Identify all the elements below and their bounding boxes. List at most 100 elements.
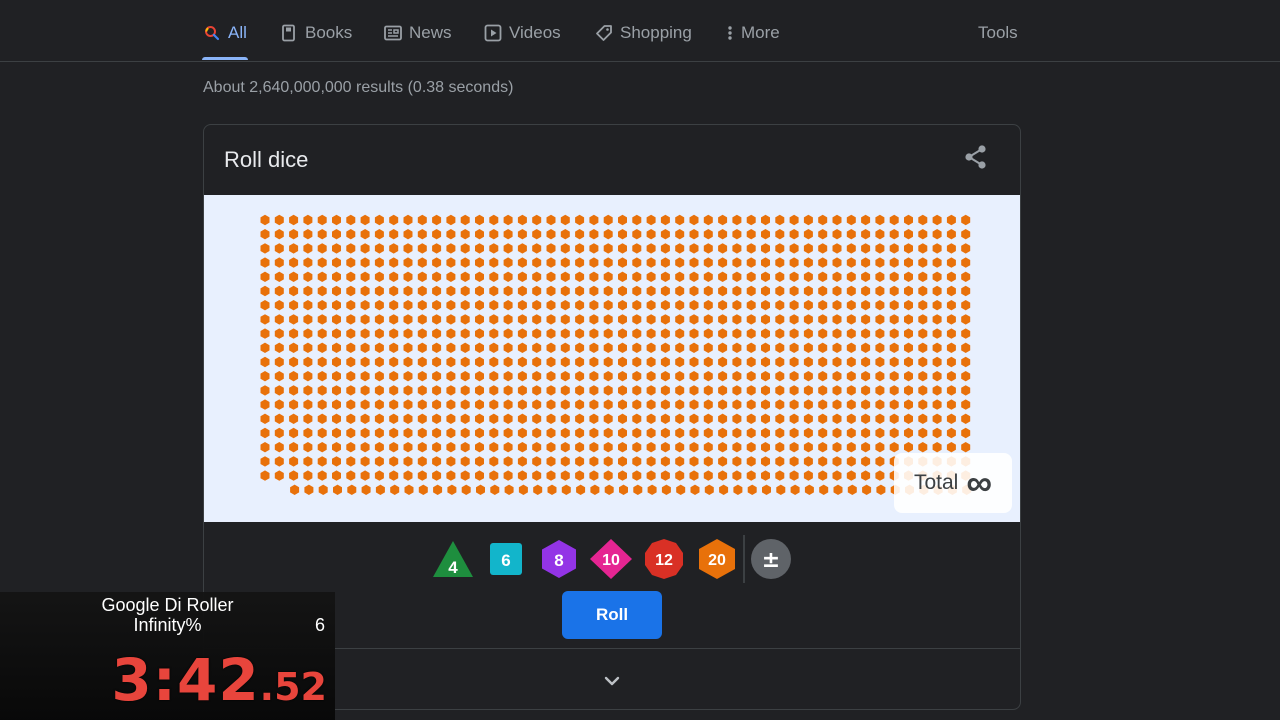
rolled-die (789, 385, 799, 396)
rolled-die (274, 243, 284, 254)
rolled-die (946, 442, 956, 453)
modifier-button[interactable]: ± (749, 537, 793, 581)
rolled-die (546, 442, 556, 453)
rolled-die (789, 470, 799, 481)
tab-more[interactable]: More (726, 20, 780, 46)
rolled-die (374, 342, 384, 353)
rolled-die (875, 442, 885, 453)
rolled-die (818, 442, 828, 453)
rolled-die (932, 229, 942, 240)
rolled-die (317, 328, 327, 339)
rolled-die (861, 214, 871, 226)
rolled-die (861, 285, 871, 297)
rolled-die (360, 385, 370, 396)
rolled-die (761, 342, 770, 353)
rolled-die (346, 285, 356, 297)
rolled-die (360, 399, 370, 410)
rolled-die (475, 229, 484, 240)
rolled-die (517, 371, 527, 382)
d20-button[interactable]: 20 (695, 537, 739, 581)
rolled-die (489, 356, 499, 368)
rolled-die (660, 413, 670, 424)
rolled-die (732, 456, 742, 467)
rolled-die (447, 484, 457, 495)
rolled-die (303, 385, 313, 396)
rolled-die (689, 385, 699, 396)
rolled-die (889, 243, 899, 254)
rolled-die (761, 229, 770, 240)
d10-button[interactable]: 10 (589, 537, 633, 581)
rolled-die (904, 413, 913, 424)
chevron-down-icon[interactable] (596, 665, 628, 697)
rolled-die (589, 314, 599, 325)
rolled-die (489, 413, 499, 424)
rolled-die (346, 371, 356, 382)
dice-separator (743, 535, 745, 583)
rolled-die (517, 300, 527, 311)
rolled-die (675, 214, 685, 226)
tab-shopping[interactable]: Shopping (595, 20, 692, 46)
tab-videos[interactable]: Videos (484, 20, 561, 46)
tab-news[interactable]: News (384, 20, 452, 46)
rolled-die (889, 314, 899, 325)
rolled-die (932, 427, 942, 439)
rolled-die (676, 484, 686, 495)
rolled-die (961, 371, 971, 382)
d6-button[interactable]: 6 (484, 537, 528, 581)
rolled-die (532, 257, 542, 268)
rolled-die (904, 371, 913, 382)
rolled-die (432, 413, 442, 424)
d12-button[interactable]: 12 (642, 537, 686, 581)
rolled-die (260, 356, 270, 368)
tab-books[interactable]: Books (280, 20, 352, 46)
rolled-die (932, 285, 942, 297)
rolled-die (904, 342, 913, 353)
rolled-die (403, 356, 413, 368)
rolled-die (746, 456, 756, 467)
rolled-die (718, 399, 728, 410)
d8-button[interactable]: 8 (537, 537, 581, 581)
rolled-die (818, 285, 828, 297)
rolled-die (889, 328, 899, 339)
rolled-die (918, 442, 928, 453)
rolled-die (918, 413, 928, 424)
rolled-die (289, 243, 299, 254)
rolled-die (918, 385, 928, 396)
rolled-die (489, 342, 499, 353)
tools-button[interactable]: Tools (978, 20, 1018, 46)
rolled-die (332, 285, 341, 297)
rolled-die (317, 371, 327, 382)
rolled-die (461, 484, 471, 495)
rolled-die (875, 413, 885, 424)
rolled-die (489, 456, 499, 467)
rolled-die (403, 456, 413, 467)
rolled-die (632, 413, 642, 424)
rolled-die (560, 413, 570, 424)
d4-button[interactable]: 4 (431, 537, 475, 581)
rolled-die (746, 328, 756, 339)
rolled-die (346, 257, 356, 268)
rolled-die (274, 413, 284, 424)
rolled-die (389, 257, 399, 268)
rolled-die (532, 399, 542, 410)
rolled-die (360, 456, 370, 467)
rolled-die (475, 328, 484, 339)
rolled-die (489, 470, 499, 481)
rolled-die (575, 285, 585, 297)
rolled-die (546, 243, 556, 254)
rolled-die (546, 385, 556, 396)
rolled-die (961, 385, 971, 396)
tab-all[interactable]: All (203, 20, 247, 46)
rolled-die (589, 371, 599, 382)
search-icon (203, 24, 221, 42)
rolled-die (533, 484, 543, 495)
share-icon[interactable] (962, 143, 990, 171)
rolled-die (417, 243, 427, 254)
tab-label: Shopping (620, 23, 692, 42)
rolled-die (575, 456, 585, 467)
roll-button[interactable]: Roll (562, 591, 662, 639)
rolled-die (803, 456, 813, 467)
rolled-die (489, 314, 499, 325)
rolled-die (889, 427, 899, 439)
rolled-die (875, 399, 885, 410)
